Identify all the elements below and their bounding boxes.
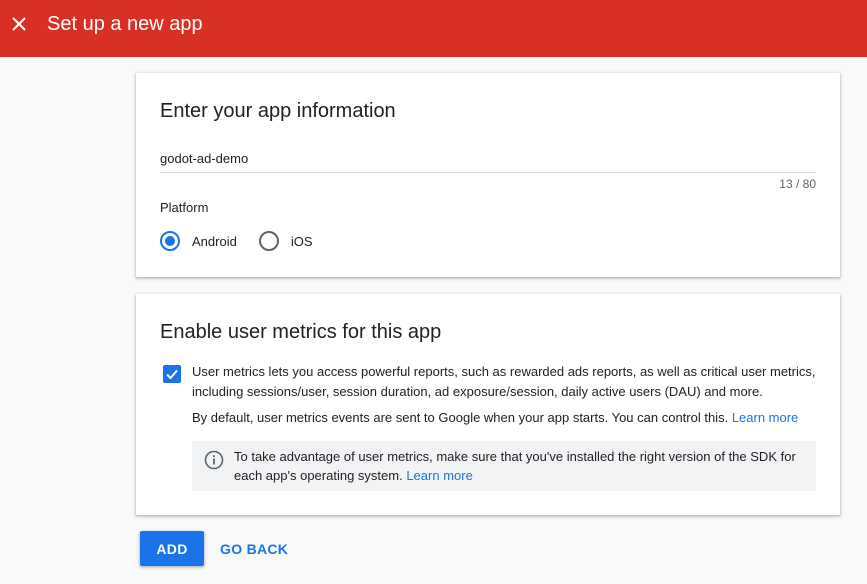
char-counter: 13 / 80 (779, 177, 816, 191)
add-button[interactable]: ADD (140, 531, 204, 566)
user-metrics-checkbox[interactable] (163, 365, 181, 383)
platform-label: Platform (160, 200, 209, 215)
go-back-button[interactable]: GO BACK (212, 531, 296, 566)
close-button[interactable] (8, 13, 30, 35)
app-info-title: Enter your app information (160, 100, 396, 122)
checkmark-icon (166, 369, 178, 380)
app-info-card: Enter your app information 13 / 80 Platf… (136, 73, 840, 277)
app-name-input[interactable] (160, 145, 816, 173)
sdk-info-box: To take advantage of user metrics, make … (192, 441, 816, 491)
sdk-info-sentence: To take advantage of user metrics, make … (234, 449, 796, 483)
platform-option-android[interactable]: Android (160, 231, 237, 251)
ios-radio[interactable] (258, 231, 279, 251)
top-app-bar: Set up a new app (0, 0, 867, 57)
ios-label: iOS (290, 233, 313, 249)
close-icon (12, 17, 26, 31)
platform-radio-group: Android iOS (160, 231, 334, 251)
default-behavior-text: By default, user metrics events are sent… (192, 408, 822, 428)
user-metrics-description: User metrics lets you access powerful re… (192, 364, 816, 399)
android-label: Android (192, 233, 237, 249)
platform-option-ios[interactable]: iOS (258, 231, 313, 251)
android-radio[interactable] (160, 231, 180, 251)
info-icon (204, 450, 224, 470)
default-behavior-sentence: By default, user metrics events are sent… (192, 410, 729, 425)
sdk-info-text: To take advantage of user metrics, make … (234, 447, 804, 485)
user-metrics-title: Enable user metrics for this app (160, 321, 442, 343)
user-metrics-card: Enable user metrics for this app User me… (136, 294, 840, 515)
page-title: Set up a new app (47, 13, 203, 35)
sdk-learn-more-link[interactable]: Learn more (406, 468, 472, 483)
learn-more-link[interactable]: Learn more (732, 410, 798, 425)
